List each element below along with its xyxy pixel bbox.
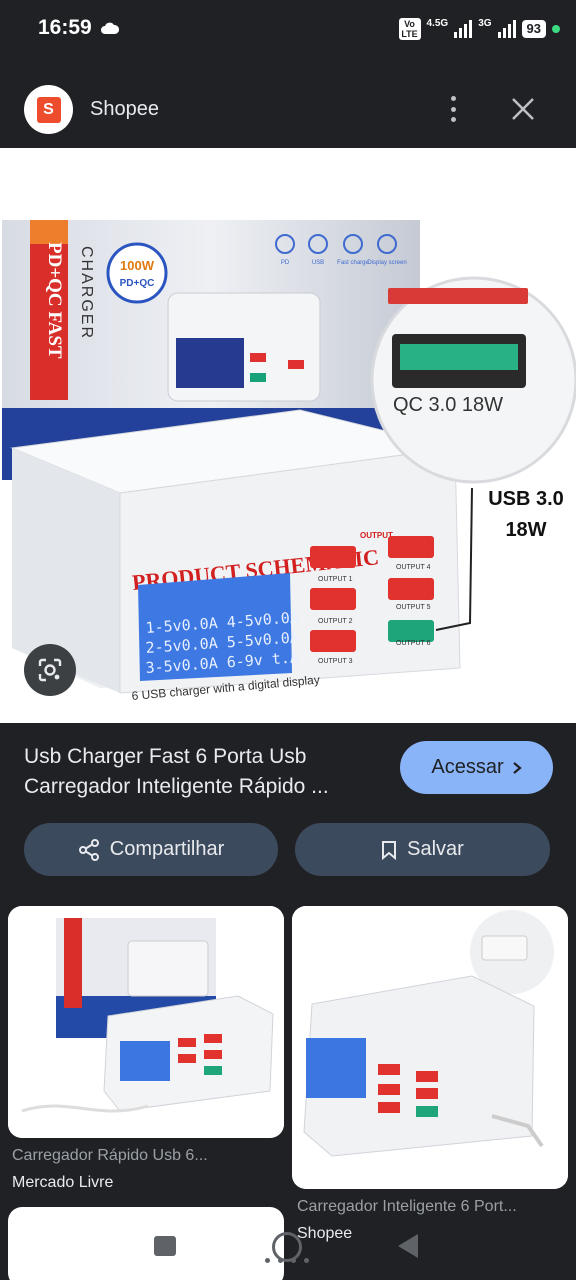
network-label-2: 3G xyxy=(478,17,492,29)
save-button-label: Salvar xyxy=(407,838,464,860)
box-badge-top: 100W xyxy=(120,258,155,273)
zoom-port-label: QC 3.0 18W xyxy=(393,394,503,416)
related-image-2-art xyxy=(292,906,568,1189)
cloud-icon xyxy=(101,22,119,34)
share-button-label: Compartilhar xyxy=(109,838,225,860)
bookmark-icon xyxy=(382,840,397,860)
related-title-2[interactable]: Carregador Inteligente 6 Port... xyxy=(297,1198,567,1216)
svg-text:Fast charge: Fast charge xyxy=(337,260,369,266)
related-image-1[interactable] xyxy=(8,906,284,1138)
share-button[interactable]: Compartilhar xyxy=(24,823,278,876)
svg-text:OUTPUT 4: OUTPUT 4 xyxy=(396,564,431,571)
shopee-bag-icon: S xyxy=(36,96,61,123)
save-button[interactable]: Salvar xyxy=(295,823,550,876)
svg-text:Display screen: Display screen xyxy=(367,260,406,266)
svg-text:OUTPUT 5: OUTPUT 5 xyxy=(396,604,431,611)
svg-text:OUTPUT 3: OUTPUT 3 xyxy=(318,658,353,665)
svg-text:USB: USB xyxy=(312,260,324,266)
recents-icon[interactable] xyxy=(154,1236,176,1256)
signal-icon-2 xyxy=(497,20,516,38)
charger-illustration: PD+QC FAST CHARGER 100W PD+QC PD USB Fas… xyxy=(2,220,576,703)
status-indicators: Vo LTE 4.5G 3G 93 xyxy=(398,17,560,41)
system-nav-bar xyxy=(0,1222,576,1280)
page-dots xyxy=(252,1258,322,1264)
back-icon[interactable] xyxy=(398,1234,418,1258)
chevron-right-icon xyxy=(512,761,522,774)
lens-icon xyxy=(38,658,62,682)
callout-line-1: USB 3.0 xyxy=(488,488,564,510)
related-source-1: Mercado Livre xyxy=(12,1174,114,1191)
lens-search-button[interactable] xyxy=(24,644,76,696)
battery-badge: 93 xyxy=(521,20,546,38)
status-time: 16:59 xyxy=(38,16,92,39)
more-options-icon[interactable] xyxy=(446,96,460,122)
signal-icon xyxy=(454,20,473,38)
title-bar: S Shopee xyxy=(0,60,576,148)
box-word-text: CHARGER xyxy=(78,246,95,340)
svg-text:OUTPUT 2: OUTPUT 2 xyxy=(318,618,353,625)
related-title-1[interactable]: Carregador Rápido Usb 6... xyxy=(12,1147,282,1165)
related-image-2[interactable] xyxy=(292,906,568,1189)
main-product-image[interactable]: PD+QC FAST CHARGER 100W PD+QC PD USB Fas… xyxy=(0,148,576,723)
visit-button[interactable]: Acessar xyxy=(400,741,553,794)
product-title-line-2: Carregador Inteligente Rápido ... xyxy=(24,775,329,798)
product-title-line-1: Usb Charger Fast 6 Porta Usb xyxy=(24,745,307,768)
privacy-dot-icon xyxy=(552,25,560,33)
product-title[interactable]: Usb Charger Fast 6 Porta Usb Carregador … xyxy=(24,742,384,802)
svg-text:OUTPUT 1: OUTPUT 1 xyxy=(318,576,353,583)
site-title: Shopee xyxy=(90,98,159,120)
svg-text:PD: PD xyxy=(281,260,290,266)
network-label-1: 4.5G xyxy=(426,17,449,29)
volte-badge: Vo LTE xyxy=(398,18,421,40)
callout-line-2: 18W xyxy=(505,519,546,541)
related-image-1-art xyxy=(8,906,284,1138)
box-brand-text: PD+QC FAST xyxy=(44,242,65,359)
status-bar: 16:59 Vo LTE 4.5G 3G 93 xyxy=(0,0,576,60)
shopee-logo: S xyxy=(24,85,73,134)
visit-button-label: Acessar xyxy=(431,756,504,778)
share-icon xyxy=(78,838,99,861)
svg-text:OUTPUT 6: OUTPUT 6 xyxy=(396,640,431,647)
box-badge-bottom: PD+QC xyxy=(120,278,155,289)
close-icon[interactable] xyxy=(510,96,536,122)
